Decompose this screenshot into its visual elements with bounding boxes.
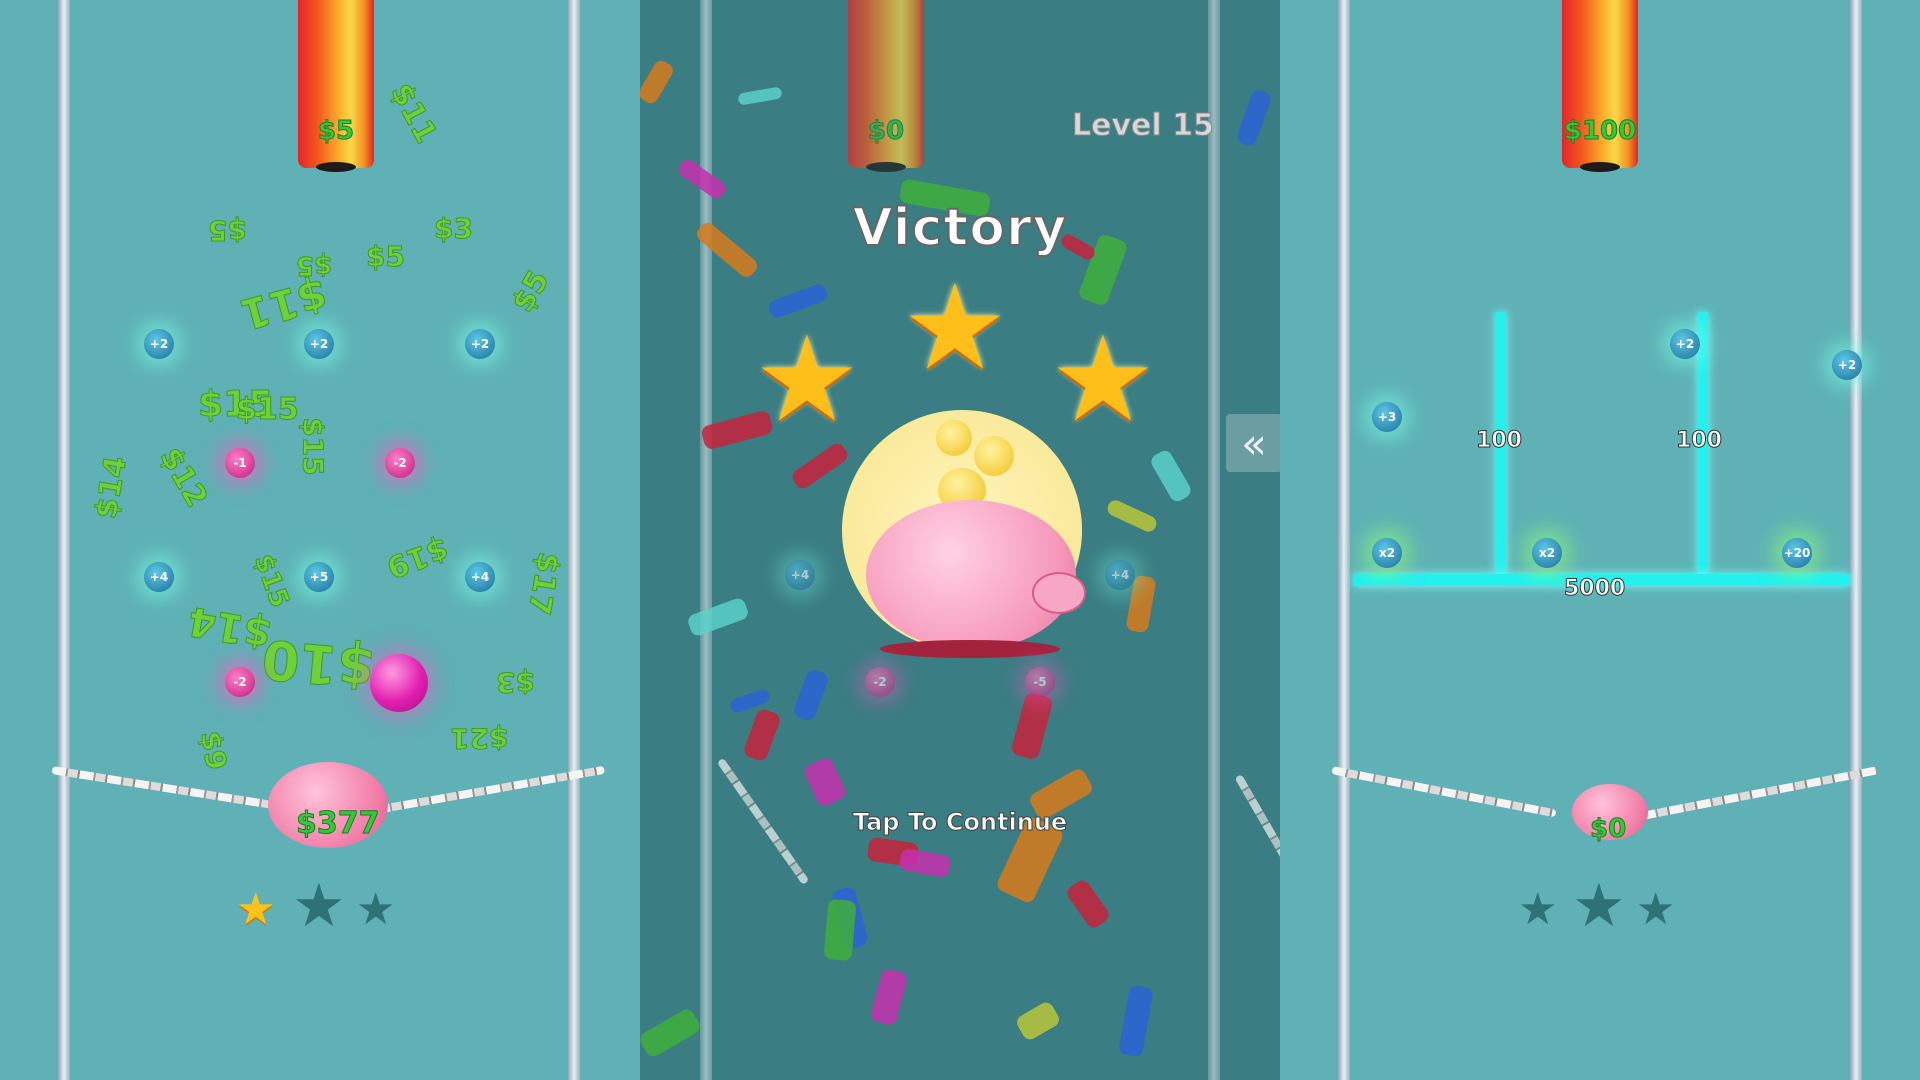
- confetti-piece: [869, 967, 909, 1027]
- bar-value-label: 5000: [1563, 576, 1626, 602]
- bar-value-label: 100: [1476, 428, 1523, 454]
- victory-star-icon: ★: [902, 258, 1008, 396]
- floating-money: $17: [520, 549, 566, 618]
- floating-money: $15: [236, 392, 300, 428]
- right-game-panel: $100 100 100 5000 +3 +2 +2 x2 x2 +20 $0 …: [1280, 0, 1920, 1080]
- pig-amount-label: $377: [296, 806, 380, 842]
- empty-star-icon: ★: [1636, 884, 1676, 935]
- floating-money: $5: [208, 214, 248, 248]
- money-pipe: $0: [848, 0, 924, 172]
- multiplier-peg: +20: [1782, 538, 1812, 568]
- confetti-piece: [898, 847, 952, 879]
- minus-peg: -2: [865, 667, 895, 697]
- tap-to-continue-label[interactable]: Tap To Continue: [640, 808, 1280, 837]
- confetti-piece: [1148, 447, 1194, 505]
- multiplier-peg: x2: [1532, 538, 1562, 568]
- plus-peg: +2: [144, 329, 174, 359]
- floating-money: $3: [496, 666, 536, 700]
- money-pipe: $100: [1562, 0, 1638, 172]
- minus-peg: -1: [225, 448, 255, 478]
- left-wall-rail: [58, 0, 70, 1080]
- victory-title: Victory: [851, 197, 1068, 259]
- minus-peg: -2: [385, 448, 415, 478]
- center-victory-panel[interactable]: $0 Level 15 Victory ★ ★ ★ +4 +4 -2 -5 Ta…: [640, 0, 1280, 1080]
- pipe-mouth: [866, 162, 906, 172]
- floating-money: $12: [152, 441, 215, 514]
- double-chevron-left-icon[interactable]: «: [1226, 414, 1282, 472]
- confetti-piece: [1235, 88, 1273, 148]
- empty-star-icon: ★: [1518, 884, 1558, 935]
- floating-money: $15: [296, 417, 330, 476]
- confetti-piece: [792, 667, 830, 723]
- plus-peg: +4: [1105, 560, 1135, 590]
- pipe-mouth: [316, 162, 356, 172]
- floating-money: $9: [193, 728, 234, 773]
- empty-star-icon: ★: [356, 884, 396, 935]
- chain: [1641, 766, 1879, 820]
- coin-icon: [936, 420, 972, 456]
- earned-star-icon: ★: [236, 884, 276, 935]
- empty-star-icon: ★: [292, 871, 346, 941]
- bar-value-label: 100: [1676, 428, 1723, 454]
- plus-peg: +2: [1670, 329, 1700, 359]
- confetti-piece: [823, 898, 857, 962]
- piggy-shadow: [880, 640, 1060, 658]
- multiplier-peg: x2: [1372, 538, 1402, 568]
- chain: [51, 766, 286, 811]
- confetti-piece: [1064, 877, 1112, 931]
- confetti-piece: [802, 755, 848, 809]
- confetti-piece: [789, 440, 851, 492]
- floating-money: $14: [184, 597, 275, 658]
- pink-ball: [370, 654, 428, 712]
- confetti-piece: [640, 57, 676, 107]
- floating-money: $5: [296, 250, 333, 281]
- confetti-piece: [686, 596, 750, 638]
- money-pipe: $5: [298, 0, 374, 172]
- floating-money: $14: [88, 453, 134, 522]
- chain: [1331, 766, 1557, 818]
- floating-money: $3: [434, 212, 474, 246]
- pipe-amount-label: $100: [1563, 116, 1637, 147]
- floating-money: $5: [505, 264, 557, 319]
- pipe-mouth: [1580, 162, 1620, 172]
- minus-peg: -2: [225, 667, 255, 697]
- pipe-amount-label: $5: [317, 116, 355, 147]
- confetti-piece: [737, 86, 783, 106]
- left-wall-rail: [700, 0, 712, 1080]
- empty-star-icon: ★: [1572, 871, 1626, 941]
- right-wall-rail: [1208, 0, 1220, 1080]
- plus-peg: +5: [304, 562, 334, 592]
- floating-money: $15: [247, 550, 295, 612]
- right-wall-rail: [1850, 0, 1862, 1080]
- plus-peg: +2: [1832, 350, 1862, 380]
- floating-money: $21: [450, 722, 509, 756]
- confetti-piece: [1118, 984, 1154, 1058]
- confetti-piece: [640, 1006, 703, 1060]
- confetti-piece: [1105, 497, 1159, 535]
- plus-peg: +2: [465, 329, 495, 359]
- floating-money: $10: [259, 627, 378, 701]
- left-game-panel: $5 $11 $3 $5 $5 $5 $11 $5 $15 $15 $15 $1…: [0, 0, 640, 1080]
- plus-peg: +3: [1372, 402, 1402, 432]
- pig-amount-label: $0: [1589, 814, 1627, 845]
- right-wall-rail: [568, 0, 580, 1080]
- minus-peg: -5: [1025, 667, 1055, 697]
- plus-peg: +4: [465, 562, 495, 592]
- confetti-piece: [742, 707, 782, 763]
- victory-star-icon: ★: [754, 310, 860, 448]
- plus-peg: +2: [304, 329, 334, 359]
- floating-money: $5: [366, 240, 406, 274]
- victory-star-icon: ★: [1050, 310, 1156, 448]
- level-label: Level 15: [1072, 108, 1215, 144]
- pipe-amount-label: $0: [867, 116, 905, 147]
- pig-snout: [1032, 572, 1086, 614]
- confetti-piece: [1014, 999, 1062, 1043]
- floating-money: $11: [383, 77, 444, 150]
- plus-peg: +4: [785, 560, 815, 590]
- left-wall-rail: [1338, 0, 1350, 1080]
- floating-money: $19: [381, 530, 453, 585]
- plus-peg: +4: [144, 562, 174, 592]
- coin-icon: [974, 436, 1014, 476]
- confetti-piece: [1010, 691, 1054, 761]
